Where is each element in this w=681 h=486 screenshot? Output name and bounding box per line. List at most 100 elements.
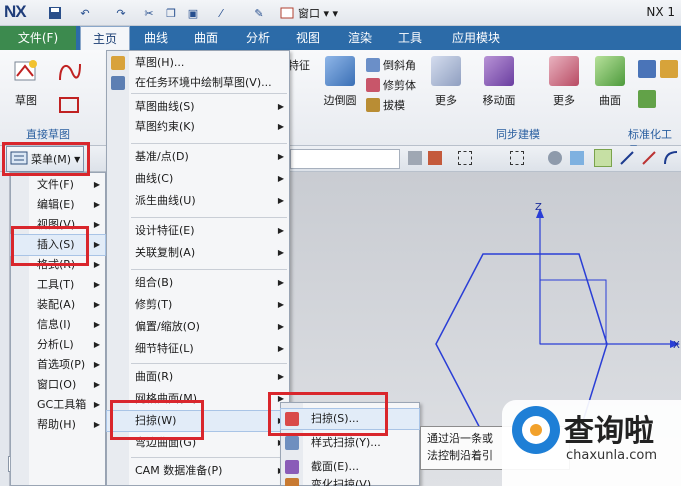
menu-separator xyxy=(131,363,287,364)
submenu-arrow-icon: ▶ xyxy=(93,380,100,389)
std-tool-icon-3[interactable] xyxy=(638,90,656,108)
edge-blend-button[interactable]: 边倒圆 xyxy=(318,54,362,124)
lasso-select-icon[interactable] xyxy=(510,151,524,165)
line-icon-2[interactable] xyxy=(640,149,658,167)
shade-icon[interactable] xyxy=(570,151,584,165)
redo-icon[interactable]: ↷ xyxy=(112,4,130,22)
submenu-arrow-icon: ▶ xyxy=(93,340,100,349)
menu-item-datum-point[interactable]: 基准/点(D) ▶ xyxy=(107,147,289,167)
menu-item-analysis[interactable]: 分析(L) ▶ xyxy=(11,335,105,355)
paste-icon[interactable]: ▣ xyxy=(184,4,202,22)
menu-item-tools[interactable]: 工具(T) ▶ xyxy=(11,275,105,295)
menu-item-file[interactable]: 文件(F) ▶ xyxy=(11,175,105,195)
copy-icon[interactable]: ❐ xyxy=(162,4,180,22)
menu-item-preferences[interactable]: 首选项(P) ▶ xyxy=(11,355,105,375)
tab-tools[interactable]: 工具 xyxy=(388,26,432,50)
menu-item-derived-curve[interactable]: 派生曲线(U) ▶ xyxy=(107,191,289,211)
filter-select[interactable] xyxy=(290,149,400,169)
menu-item-design-feature[interactable]: 设计特征(E) ▶ xyxy=(107,221,289,241)
move-face-button[interactable]: 移动面 xyxy=(474,54,524,124)
tab-view[interactable]: 视图 xyxy=(286,26,330,50)
chamfer-icon xyxy=(366,58,380,72)
menu-item-task-sketch[interactable]: 在任务环境中绘制草图(V)... xyxy=(107,73,289,93)
more-button-2[interactable]: 更多 xyxy=(542,54,586,124)
rectangle-shape xyxy=(539,279,607,345)
draft-button[interactable]: 拔模 xyxy=(366,96,405,114)
trim-body-icon xyxy=(366,78,380,92)
menu-item-sketch-constraint[interactable]: 草图约束(K) ▶ xyxy=(107,117,289,137)
selection-toolbar xyxy=(0,146,681,172)
curve-icon[interactable] xyxy=(662,149,680,167)
submenu-arrow-icon: ▶ xyxy=(277,196,284,205)
variational-sweep-icon xyxy=(285,478,299,486)
tab-analysis[interactable]: 分析 xyxy=(236,26,280,50)
std-tool-icon-2[interactable] xyxy=(660,60,678,78)
profile-icon[interactable] xyxy=(56,58,84,86)
menu-item-sketch-curve[interactable]: 草图曲线(S) ▶ xyxy=(107,97,289,117)
menu-item-information[interactable]: 信息(I) ▶ xyxy=(11,315,105,335)
menu-item-trim-label: 修剪(T) xyxy=(135,298,173,311)
menu-item-mesh-surface[interactable]: 网格曲面(M) ▶ xyxy=(107,389,289,409)
menu-item-trim[interactable]: 修剪(T) ▶ xyxy=(107,295,289,315)
tab-render[interactable]: 渲染 xyxy=(338,26,382,50)
rectangle-icon[interactable] xyxy=(56,94,84,118)
menu-item-sweep-command[interactable]: 扫掠(S)... xyxy=(280,408,420,430)
menu-item-format[interactable]: 格式(R) ▶ xyxy=(11,255,105,275)
view-icon[interactable] xyxy=(548,151,562,165)
menu-item-mesh-surface-label: 网格曲面(M) xyxy=(135,392,198,405)
tab-curve[interactable]: 曲线 xyxy=(134,26,178,50)
surface-icon xyxy=(595,56,625,86)
menu-item-variational-sweep[interactable]: 变化扫掠(V)... xyxy=(281,475,419,486)
submenu-arrow-icon: ▶ xyxy=(93,400,100,409)
nx-logo: NX xyxy=(4,2,27,21)
menu-item-sketch[interactable]: 草图(H)... xyxy=(107,53,289,73)
surface-button[interactable]: 曲面 xyxy=(588,54,632,124)
menu-item-section-command-label: 截面(E)... xyxy=(311,460,360,473)
menu-item-view-label: 视图(V) xyxy=(37,218,76,231)
chevron-down-icon: ▼ xyxy=(74,154,81,164)
menu-item-section-command[interactable]: 截面(E)... xyxy=(281,457,419,477)
cut-icon[interactable]: ✂ xyxy=(140,4,158,22)
feature-label[interactable]: 特征 xyxy=(288,56,310,74)
menu-item-assembly[interactable]: 装配(A) ▶ xyxy=(11,295,105,315)
menu-item-cam-data-prep[interactable]: CAM 数据准备(P)▶ xyxy=(107,461,289,481)
menu-item-combine[interactable]: 组合(B) ▶ xyxy=(107,273,289,293)
undo-icon[interactable]: ↶ xyxy=(76,4,94,22)
window-menu[interactable]: 窗口 ▾ ▾ xyxy=(298,5,338,21)
menu-item-associative-copy[interactable]: 关联复制(A) ▶ xyxy=(107,243,289,263)
menu-item-window-label: 窗口(O) xyxy=(37,378,77,391)
snap-icon[interactable] xyxy=(408,151,422,165)
snap-mode-icon[interactable] xyxy=(594,149,612,167)
menu-item-curve-label: 曲线(C) xyxy=(135,172,174,185)
menu-item-help[interactable]: 帮助(H) ▶ xyxy=(11,415,105,435)
tab-home[interactable]: 主页 xyxy=(80,26,130,50)
menu-item-detail-feature[interactable]: 细节特征(L) ▶ xyxy=(107,339,289,359)
std-tool-icon[interactable] xyxy=(638,60,656,78)
more-button-1[interactable]: 更多 xyxy=(424,54,468,124)
trim-body-button[interactable]: 修剪体 xyxy=(366,76,416,94)
tab-surface[interactable]: 曲面 xyxy=(184,26,228,50)
selection-icon[interactable]: ⁄ xyxy=(212,4,230,22)
tab-application[interactable]: 应用模块 xyxy=(440,26,512,50)
menu-item-offset-scale[interactable]: 偏置/缩放(O) ▶ xyxy=(107,317,289,337)
save-icon[interactable] xyxy=(46,4,64,22)
line-icon[interactable] xyxy=(618,149,636,167)
window-icon[interactable] xyxy=(278,4,296,22)
menu-item-edit[interactable]: 编辑(E) ▶ xyxy=(11,195,105,215)
menu-item-gc-toolbox[interactable]: GC工具箱 ▶ xyxy=(11,395,105,415)
menu-item-surface[interactable]: 曲面(R) ▶ xyxy=(107,367,289,387)
menu-item-insert[interactable]: 插入(S) ▶ xyxy=(10,234,106,256)
tab-file[interactable]: 文件(F) xyxy=(0,26,76,50)
touch-mode-icon[interactable]: ✎ xyxy=(250,4,268,22)
menu-item-curve[interactable]: 曲线(C) ▶ xyxy=(107,169,289,189)
menu-item-view[interactable]: 视图(V) ▶ xyxy=(11,215,105,235)
chamfer-button[interactable]: 倒斜角 xyxy=(366,56,416,74)
sketch-button[interactable]: 草图 xyxy=(4,54,48,124)
menu-item-sweep[interactable]: 扫掠(W)▶ xyxy=(106,410,290,432)
menu-button[interactable]: 菜单(M) ▼ xyxy=(6,146,84,172)
box-select-icon[interactable] xyxy=(458,151,472,165)
menu-item-flange-surface[interactable]: 弯边曲面(G)▶ xyxy=(107,433,289,453)
menu-item-window[interactable]: 窗口(O) ▶ xyxy=(11,375,105,395)
menu-item-styled-sweep[interactable]: 样式扫掠(Y)... xyxy=(281,433,419,453)
point-icon[interactable] xyxy=(428,151,442,165)
